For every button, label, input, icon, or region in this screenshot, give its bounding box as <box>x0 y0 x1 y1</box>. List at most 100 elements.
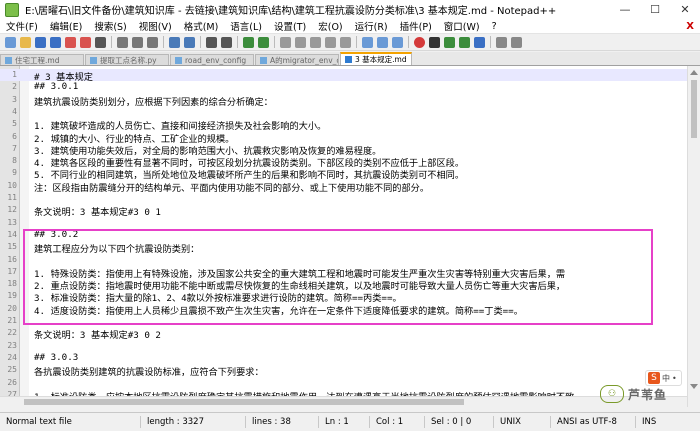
editor-line[interactable]: 14 ## 3.0.2 <box>0 229 687 241</box>
editor-line[interactable]: 8 4. 建筑各区段的重要性有显著不同时，可按区段划分抗震设防类别。下部区段的类别… <box>0 155 687 169</box>
menu-file[interactable]: 文件(F) <box>0 19 44 33</box>
menu-search[interactable]: 搜索(S) <box>88 19 132 33</box>
horizontal-scroll-thumb[interactable] <box>24 399 464 405</box>
find-icon[interactable] <box>206 36 217 48</box>
editor-line[interactable]: 12 条文说明：3 基本规定#3 0 1 <box>0 204 687 218</box>
spell-check-option-icon[interactable] <box>511 36 522 48</box>
scroll-up-icon[interactable] <box>690 70 698 75</box>
editor-line[interactable]: 25 各抗震设防类别建筑的抗震设防标准，应符合下列要求： <box>0 364 687 378</box>
cut-icon[interactable] <box>117 36 128 48</box>
line-number: 18 <box>7 279 17 289</box>
vertical-scrollbar[interactable] <box>687 66 700 407</box>
save-all-icon[interactable] <box>50 36 61 48</box>
editor-line[interactable]: 13 <box>0 217 687 229</box>
line-text: ## 3.0.3 <box>34 351 79 363</box>
line-text: ## 3.0.2 <box>34 228 79 240</box>
status-eol[interactable]: UNIX <box>494 416 551 428</box>
editor-line[interactable]: 18 2. 重点设防类：指地震时使用功能不能中断或需尽快恢复的生命线相关建筑，以及… <box>0 278 687 292</box>
tab-label: road_env_config <box>185 55 247 65</box>
editor-line[interactable]: 16 <box>0 254 687 266</box>
run-macro-multiple-icon[interactable] <box>459 36 470 48</box>
folder-workspace-icon[interactable] <box>392 36 403 48</box>
function-list-icon[interactable] <box>377 36 388 48</box>
print-icon[interactable] <box>95 36 106 48</box>
editor-line[interactable]: 24 ## 3.0.3 <box>0 352 687 364</box>
word-wrap-icon[interactable] <box>310 36 321 48</box>
editor-line[interactable]: 22 条文说明：3 基本规定#3 0 2 <box>0 327 687 341</box>
editor-line[interactable]: 26 <box>0 377 687 389</box>
stop-macro-icon[interactable] <box>429 36 440 48</box>
toolbar-separator <box>490 36 491 48</box>
close-file-icon[interactable] <box>65 36 76 48</box>
editor-line[interactable]: 17 1. 特殊设防类：指使用上有特殊设施，涉及国家公共安全的重大建筑工程和地震时… <box>0 266 687 280</box>
spell-check-icon[interactable] <box>496 36 507 48</box>
editor-line[interactable]: 9 5. 不同行业的相同建筑，当所处地位及地震破坏所产生的后果和影响不同时，其抗震… <box>0 167 687 181</box>
tab-document[interactable]: 住宅工程.md <box>0 54 84 65</box>
close-document-button[interactable]: X <box>686 21 694 32</box>
menu-window[interactable]: 窗口(W) <box>438 19 486 33</box>
editor-line[interactable]: 6 2. 城镇的大小、行业的特点、工矿企业的规模。 <box>0 131 687 145</box>
file-icon <box>260 56 267 64</box>
sync-horizontal-icon[interactable] <box>295 36 306 48</box>
tab-document[interactable]: road_env_config <box>170 54 254 65</box>
close-button[interactable]: ✕ <box>670 0 700 19</box>
editor-line[interactable]: 11 <box>0 192 687 204</box>
menu-view[interactable]: 视图(V) <box>133 19 178 33</box>
vertical-scroll-thumb[interactable] <box>691 80 697 138</box>
tab-document[interactable]: A的migrator_env_config <box>255 54 339 65</box>
line-number: 9 <box>12 168 17 178</box>
zoom-out-icon[interactable] <box>258 36 269 48</box>
tab-document[interactable]: 提取工点名称.py <box>85 54 169 65</box>
indent-guide-icon[interactable] <box>340 36 351 48</box>
text-editor[interactable]: 1 # 3 基本规定 2 ## 3.0.1 3 建筑抗震设防类别划分，应根据下列因素的综合… <box>0 66 687 407</box>
editor-line[interactable]: 10 注：区段指由防震缝分开的结构单元、平面内使用功能不同的部分、或上下使用功能不… <box>0 180 687 194</box>
menu-help[interactable]: ? <box>486 21 503 32</box>
editor-line[interactable]: 21 <box>0 315 687 327</box>
menu-bar: 文件(F) 编辑(E) 搜索(S) 视图(V) 格式(M) 语言(L) 设置(T… <box>0 19 700 34</box>
undo-icon[interactable] <box>169 36 180 48</box>
menu-format[interactable]: 格式(M) <box>178 19 225 33</box>
editor-line[interactable]: 1 # 3 基本规定 <box>0 69 687 83</box>
new-file-icon[interactable] <box>5 36 16 48</box>
show-all-chars-icon[interactable] <box>325 36 336 48</box>
save-icon[interactable] <box>35 36 46 48</box>
paste-icon[interactable] <box>147 36 158 48</box>
open-file-icon[interactable] <box>20 36 31 48</box>
editor-line[interactable]: 5 1. 建筑破坏造成的人员伤亡、直接和间接经济损失及社会影响的大小。 <box>0 118 687 132</box>
editor-line[interactable]: 4 <box>0 106 687 118</box>
horizontal-scrollbar[interactable] <box>0 396 687 408</box>
editor-line[interactable]: 7 3. 建筑使用功能失效后，对全局的影响范围大小、抗震救灾影响及恢复的难易程度。 <box>0 143 687 157</box>
save-macro-icon[interactable] <box>474 36 485 48</box>
status-file-type: Normal text file <box>0 416 141 428</box>
line-number: 6 <box>12 131 17 141</box>
sync-vertical-icon[interactable] <box>280 36 291 48</box>
menu-macro[interactable]: 宏(O) <box>312 19 348 33</box>
copy-icon[interactable] <box>132 36 143 48</box>
editor-line[interactable]: 19 3. 标准设防类：指大量的除1、2、4款以外按标准要求进行设防的建筑。简称=… <box>0 290 687 304</box>
line-number: 8 <box>12 156 17 166</box>
replace-icon[interactable] <box>221 36 232 48</box>
editor-line[interactable]: 23 <box>0 340 687 352</box>
maximize-button[interactable]: ☐ <box>640 0 670 19</box>
menu-plugins[interactable]: 插件(P) <box>394 19 438 33</box>
status-encoding[interactable]: ANSI as UTF-8 <box>551 416 636 428</box>
line-number: 16 <box>7 254 17 264</box>
menu-edit[interactable]: 编辑(E) <box>44 19 88 33</box>
line-number: 19 <box>7 291 17 301</box>
editor-line[interactable]: 2 ## 3.0.1 <box>0 81 687 93</box>
redo-icon[interactable] <box>184 36 195 48</box>
record-macro-icon[interactable] <box>414 36 425 48</box>
close-all-icon[interactable] <box>80 36 91 48</box>
editor-line[interactable]: 3 建筑抗震设防类别划分，应根据下列因素的综合分析确定： <box>0 94 687 108</box>
play-macro-icon[interactable] <box>444 36 455 48</box>
menu-language[interactable]: 语言(L) <box>224 19 268 33</box>
menu-run[interactable]: 运行(R) <box>349 19 394 33</box>
zoom-in-icon[interactable] <box>243 36 254 48</box>
editor-line[interactable]: 20 4. 适度设防类：指使用上人员稀少且震损不致产生次生灾害，允许在一定条件下适… <box>0 303 687 317</box>
menu-settings[interactable]: 设置(T) <box>268 19 312 33</box>
minimize-button[interactable]: — <box>610 0 640 19</box>
toolbar-separator <box>408 36 409 48</box>
editor-line[interactable]: 15 建筑工程应分为以下四个抗震设防类别： <box>0 241 687 255</box>
tab-document-active[interactable]: 3 基本规定.md <box>340 52 412 65</box>
document-map-icon[interactable] <box>362 36 373 48</box>
